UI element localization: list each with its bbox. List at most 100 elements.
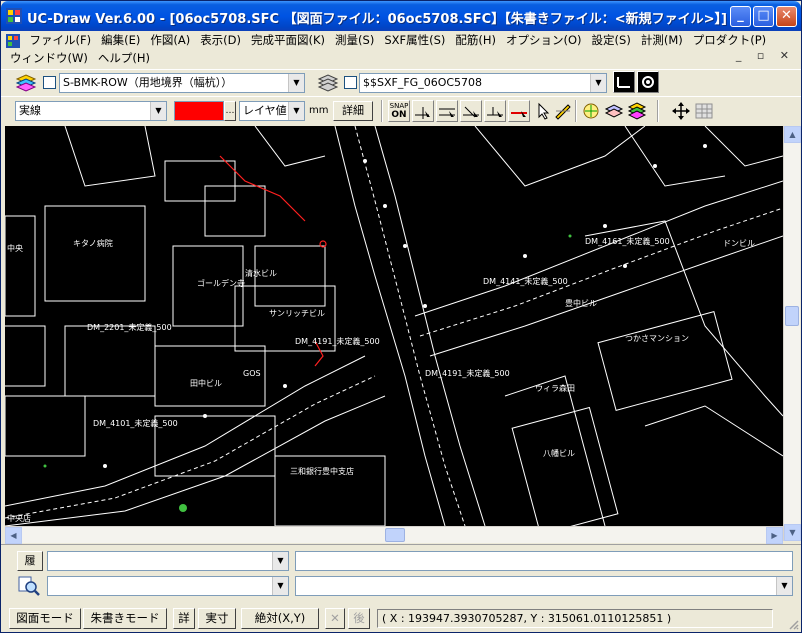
layer-checkbox[interactable] [43, 76, 56, 89]
view-eye-icon[interactable] [637, 71, 659, 93]
history-button[interactable]: 履 [17, 551, 43, 571]
absolute-coords-button[interactable]: 絶対(X,Y) [241, 608, 319, 629]
app-icon [6, 8, 22, 24]
map-label: 中央店 [7, 513, 31, 523]
layer-edit-icon[interactable] [603, 100, 625, 122]
map-label: 豊中ビル [565, 298, 597, 308]
horizontal-scrollbar[interactable]: ◀ ▶ [5, 526, 783, 544]
map-label: DM_4141_未定義_500 [483, 276, 568, 286]
scroll-up-button[interactable]: ▲ [784, 126, 801, 143]
menu-item[interactable]: 設定(S) [587, 31, 636, 49]
map-label: 田中ビル [190, 378, 222, 388]
chevron-down-icon[interactable]: ▼ [288, 102, 304, 120]
layer-color-icon[interactable] [626, 100, 648, 122]
actual-size-button[interactable]: 実寸 [198, 608, 236, 629]
maximize-button[interactable]: □ [753, 6, 774, 27]
command-input[interactable]: ▼ [295, 576, 793, 596]
snap-midpoint-icon[interactable] [436, 100, 458, 122]
resize-grip-icon[interactable] [787, 618, 799, 630]
snap-perpendicular-icon[interactable] [484, 100, 506, 122]
unit-label: mm [309, 105, 329, 116]
scroll-right-button[interactable]: ▶ [766, 527, 783, 544]
menu-item[interactable]: ヘルプ(H) [93, 49, 155, 67]
layer-select[interactable]: S-BMK-ROW（用地境界（幅杭）） ▼ [59, 73, 305, 93]
display-toggle-icon[interactable] [613, 71, 635, 93]
snap-endpoint-icon[interactable] [412, 100, 434, 122]
menu-bar: ファイル(F) 編集(E) 作図(A) 表示(D) 完成平面図(K) 測量(S) SXF属性… [1, 31, 801, 67]
grid-table-icon[interactable] [693, 100, 715, 122]
mdi-controls[interactable]: _ ▫ ✕ [736, 49, 795, 62]
app-window: UC-Draw Ver.6.00 - [06oc5708.SFC 【図面ファイル… [0, 0, 802, 633]
map-drawing[interactable]: キタノ病院 中央 ゴールデン寺 清水ビル サンリッチビル 田中ビル 三和銀行豊中… [5, 126, 783, 526]
color-picker-button[interactable]: … [224, 101, 236, 121]
window-title: UC-Draw Ver.6.00 - [06oc5708.SFC 【図面ファイル… [27, 12, 727, 27]
cancel-x-button[interactable]: ✕ [325, 608, 345, 629]
menu-item[interactable]: 配筋(H) [450, 31, 501, 49]
sxf-layer-icon[interactable] [317, 73, 339, 93]
sxf-select-value: $$SXF_FG_06OC5708 [363, 76, 483, 89]
map-label: キタノ病院 [73, 238, 113, 248]
layer-stack-icon[interactable] [15, 73, 37, 93]
map-label: GOS [243, 369, 261, 378]
map-label: 中央 [7, 243, 23, 253]
snap-intersection-icon[interactable] [460, 100, 482, 122]
chevron-down-icon[interactable]: ▼ [776, 577, 792, 595]
linewidth-select[interactable]: レイヤ値 ▼ [239, 101, 305, 121]
chevron-down-icon[interactable]: ▼ [590, 74, 606, 92]
message-area [295, 551, 793, 571]
style-toolbar: 実線 ▼ … レイヤ値 ▼ mm 詳細 SNAP ON [1, 96, 801, 125]
scroll-left-button[interactable]: ◀ [5, 527, 22, 544]
history-select[interactable]: ▼ [47, 551, 289, 571]
menu-item[interactable]: オプション(O) [501, 31, 587, 49]
map-label: つかさマンション [625, 334, 689, 343]
close-button[interactable]: ✕ [776, 6, 797, 27]
sxf-checkbox[interactable] [344, 76, 357, 89]
doc-icon[interactable] [5, 33, 21, 49]
map-label: ゴールデン寺 [197, 278, 245, 288]
pan-move-icon[interactable] [670, 100, 692, 122]
drawing-canvas[interactable]: キタノ病院 中央 ゴールデン寺 清水ビル サンリッチビル 田中ビル 三和銀行豊中… [5, 126, 783, 526]
menu-item[interactable]: 計測(M) [636, 31, 688, 49]
back-button[interactable]: 後 [348, 608, 370, 629]
menu-item[interactable]: SXF属性(S) [379, 31, 450, 49]
menu-item[interactable]: 編集(E) [96, 31, 145, 49]
scroll-down-button[interactable]: ▼ [784, 524, 801, 541]
vertical-scroll-thumb[interactable] [785, 306, 799, 326]
detail-mode-button[interactable]: 詳 [173, 608, 195, 629]
menu-item[interactable]: 完成平面図(K) [246, 31, 330, 49]
map-label: DM_4191_未定義_500 [425, 368, 510, 378]
menu-item[interactable]: ファイル(F) [25, 31, 97, 49]
measure-compass-icon[interactable] [580, 100, 602, 122]
map-label: 三和銀行豊中支店 [290, 466, 354, 476]
edit-pen-icon[interactable] [552, 100, 574, 122]
minimize-button[interactable]: _ [730, 6, 751, 27]
separator [381, 100, 383, 122]
menu-item[interactable]: 作図(A) [145, 31, 195, 49]
chevron-down-icon[interactable]: ▼ [272, 552, 288, 570]
menu-item[interactable]: ウィンドウ(W) [5, 49, 93, 67]
sxf-select[interactable]: $$SXF_FG_06OC5708 ▼ [359, 73, 607, 93]
map-label: DM_4191_未定義_500 [295, 336, 380, 346]
horizontal-scroll-thumb[interactable] [385, 528, 405, 542]
chevron-down-icon[interactable]: ▼ [150, 102, 166, 120]
command-history-select[interactable]: ▼ [47, 576, 289, 596]
menu-item[interactable]: プロダクト(P) [688, 31, 771, 49]
map-label: DM_2201_未定義_500 [87, 322, 172, 332]
redline-mode-button[interactable]: 朱書きモード [83, 608, 167, 629]
snap-button[interactable]: SNAP ON [388, 100, 410, 122]
vertical-scrollbar[interactable]: ▲ ▼ [783, 126, 801, 541]
detail-button[interactable]: 詳細 [333, 101, 373, 121]
magnifier-icon[interactable] [17, 575, 41, 597]
map-label: ウィラ森田 [535, 383, 575, 393]
select-cursor-icon[interactable] [532, 100, 554, 122]
status-bar: 図面モード 朱書きモード 詳 実寸 絶対(X,Y) ✕ 後 ( X : 1939… [1, 606, 801, 632]
snap-red-line-icon[interactable] [508, 100, 530, 122]
linetype-select[interactable]: 実線 ▼ [15, 101, 167, 121]
drawing-mode-button[interactable]: 図面モード [9, 608, 81, 629]
chevron-down-icon[interactable]: ▼ [288, 74, 304, 92]
menu-item[interactable]: 測量(S) [330, 31, 379, 49]
chevron-down-icon[interactable]: ▼ [272, 577, 288, 595]
menu-item[interactable]: 表示(D) [195, 31, 246, 49]
title-bar[interactable]: UC-Draw Ver.6.00 - [06oc5708.SFC 【図面ファイル… [1, 1, 801, 31]
color-swatch[interactable] [174, 101, 224, 121]
